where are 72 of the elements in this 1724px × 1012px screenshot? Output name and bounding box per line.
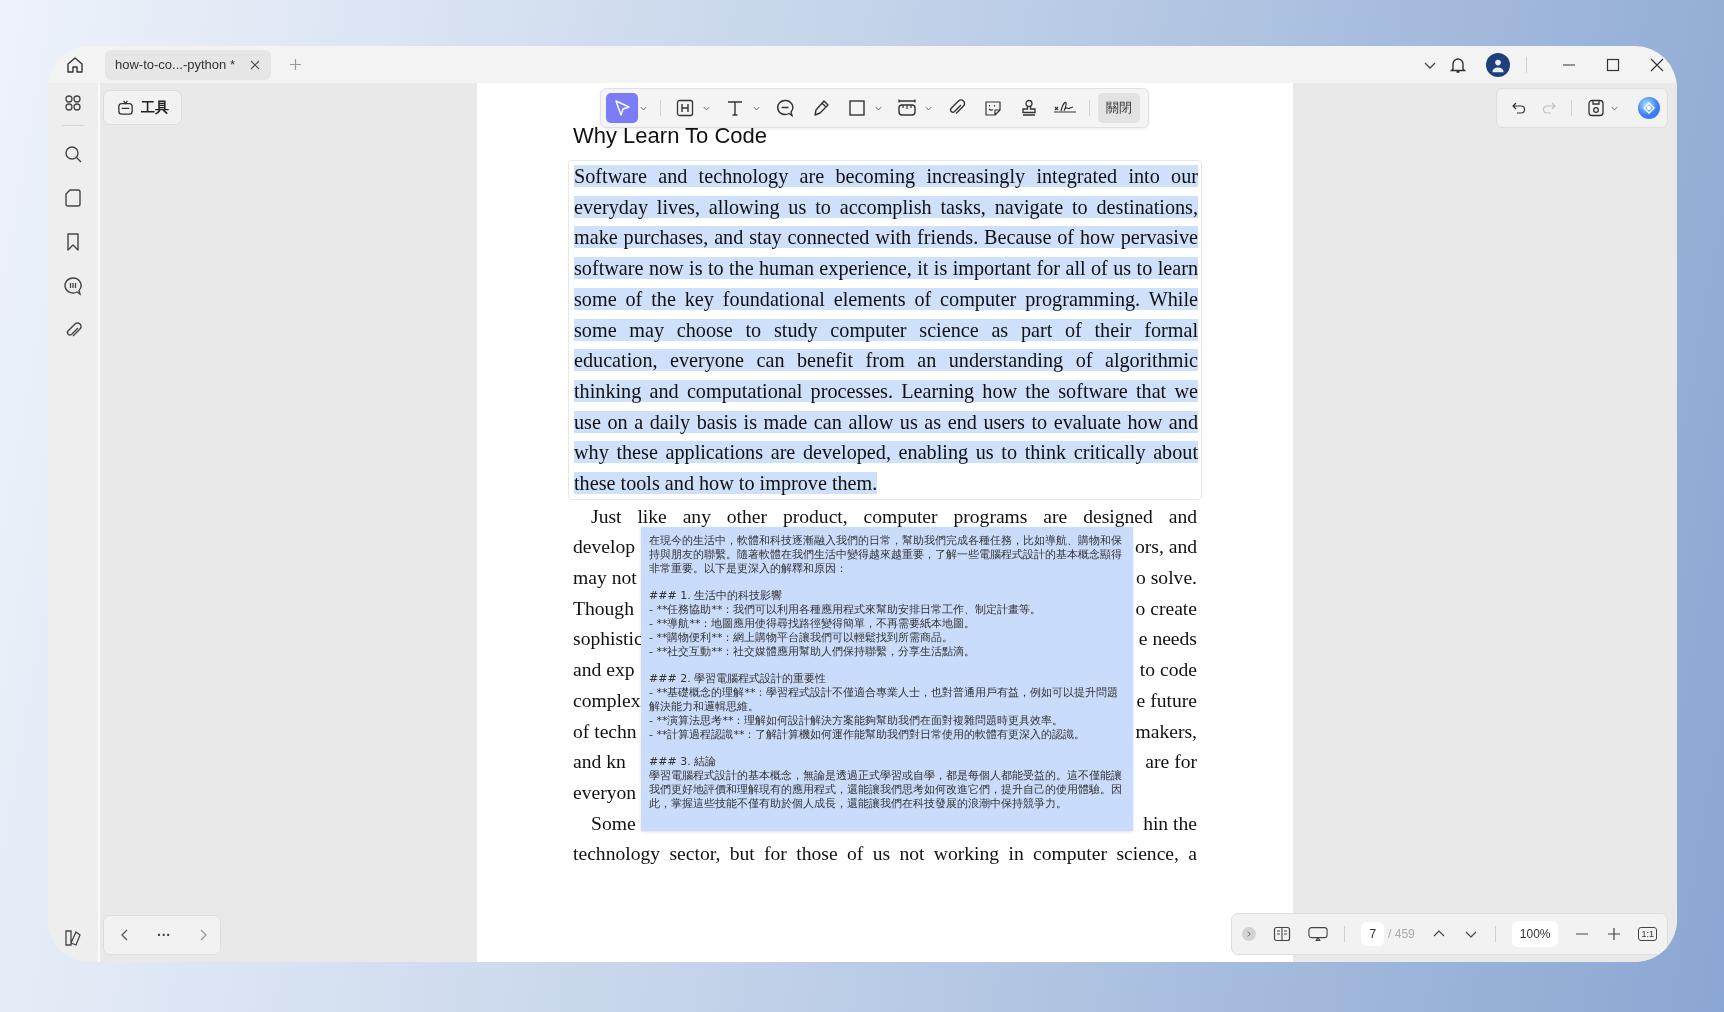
more-button[interactable]: ···	[157, 927, 171, 943]
home-icon[interactable]	[65, 54, 85, 75]
text-icon	[725, 98, 745, 118]
presentation-icon[interactable]	[1308, 924, 1329, 944]
popup-text: - **演算法思考**：理解如何設計解決方案能夠幫助我們在面對複雜問題時更具效率。	[649, 714, 1065, 728]
text-line: and kn	[573, 750, 626, 775]
text-line: Though	[573, 596, 634, 621]
popup-text: 在現今的生活中，軟體和科技逐漸融入我們的日常，幫助我們完成各種任務，比如導航、購物和保持與朋友的聯繫。隨著軟體在我們生活中變得越來越重要，了解一些電腦程式設計的基本概念顯得非常重要。以下是更深入的解釋和原因：	[649, 534, 1123, 576]
cursor-icon	[612, 98, 632, 118]
text-line: to code	[1139, 658, 1197, 683]
zoom-in-icon[interactable]	[1606, 926, 1623, 942]
popup-text: - **購物便利**：網上購物平台讓我們可以輕鬆找到所需商品。	[649, 631, 955, 645]
save-icon[interactable]	[1586, 98, 1606, 118]
text-line: hin the	[1143, 811, 1197, 836]
text-line: technology sector, but for those of us not working in computer science, a	[573, 842, 1197, 867]
avatar[interactable]	[1486, 52, 1510, 77]
zoom-field[interactable]: 100%	[1511, 921, 1559, 947]
close-icon[interactable]	[248, 58, 261, 71]
text-line: ors, and	[1134, 535, 1197, 560]
actual-size-button[interactable]: 1:1	[1638, 927, 1657, 941]
undo-icon[interactable]	[1511, 100, 1527, 116]
rectangle-icon	[847, 98, 867, 118]
text-line: everyon	[573, 780, 637, 805]
comment-icon[interactable]	[63, 276, 83, 296]
toolbox-icon	[116, 98, 135, 117]
text-line: complex	[573, 688, 641, 713]
popup-text: ### 3. 結論	[649, 755, 718, 769]
text-line: Just like any other product, computer programs are designed and	[591, 504, 1197, 529]
popup-text: - **基礎概念的理解**：學習程式設計不僅適合專業人士，也對普通用戶有益，例如可以提升問題解決能力和邏輯思維。	[649, 686, 1120, 714]
text-line: of techn	[573, 719, 637, 744]
text-line: o solve.	[1136, 566, 1197, 591]
page-total: / 459	[1388, 927, 1415, 941]
text-line: o create	[1135, 596, 1197, 621]
maximize-icon[interactable]	[1605, 56, 1621, 73]
text-line: Some	[591, 811, 636, 836]
popup-text: ### 1. 生活中的科技影響	[649, 589, 784, 603]
text-line: are for	[1145, 750, 1197, 775]
heading-icon	[675, 98, 695, 118]
text-line: develop	[573, 535, 636, 560]
document-tab[interactable]: how-to-co...-python *	[105, 49, 271, 80]
ruler-icon	[897, 98, 917, 118]
ai-assistant-icon[interactable]	[1637, 96, 1661, 120]
popup-text: ### 2. 學習電腦程式設計的重要性	[649, 672, 828, 686]
close-icon[interactable]	[1649, 56, 1665, 73]
chevron-right-icon	[1245, 930, 1254, 938]
emoji-note-icon	[983, 98, 1003, 118]
popup-text: - **任務協助**：我們可以利用各種應用程式來幫助安排日常工作、制定計畫等。	[649, 603, 1043, 617]
page-icon[interactable]	[63, 188, 83, 208]
select-tool[interactable]	[606, 93, 638, 123]
text-line: e needs	[1138, 627, 1197, 652]
text-line: sophistic	[573, 627, 643, 652]
close-toolbar-button[interactable]: 關閉	[1098, 93, 1140, 123]
paragraph-text: Software and technology are becoming increasingly integrated into our everyday lives, allowing us to accomplish tasks, navigate to destinations, make purchases, and stay connected with friends. Because of how pervasive software now is to the human experience, it is important for all of us to learn some of the key foundational elements of computer programming. While some may choose to study computer science as part of their formal education, everyone can benefit from an understanding of algorithmic thinking and computational processes. Learning how the software that we use on a daily basis is made can allow us as end users to evaluate how and why these applications are developed, enabling us to think critically about these tools and how to improve them.	[574, 164, 1198, 497]
panel-icon[interactable]	[63, 928, 83, 948]
text-line: may not	[573, 566, 637, 591]
add-tab-icon[interactable]	[288, 58, 302, 71]
popup-text: - **社交互動**：社交媒體應用幫助人們保持聯繫，分享生活點滴。	[649, 645, 977, 659]
text-line: makers,	[1135, 719, 1197, 744]
search-icon[interactable]	[63, 144, 83, 164]
two-page-icon[interactable]	[1272, 924, 1293, 944]
apps-grid-icon[interactable]	[63, 93, 83, 113]
pen-icon	[811, 98, 831, 118]
popup-text: - **計算過程認識**：了解計算機如何運作能幫助我們對日常使用的軟體有更深入的認識。	[649, 728, 1087, 742]
page-number-field[interactable]: 7	[1361, 922, 1385, 946]
stamp-icon	[1019, 98, 1039, 118]
text-line: e future	[1136, 688, 1197, 713]
comment-icon	[775, 98, 795, 118]
text-line: and exp	[573, 658, 635, 683]
tools-button[interactable]: 工具	[103, 90, 182, 125]
popup-text: 學習電腦程式設計的基本概念，無論是透過正式學習或自學，都是每個人都能受益的。這不僅能讓我們更好地評價和理解現有的應用程式，還能讓我們思考如何改進它們，提升自己的使用體驗。因此，掌握這些技能不僅有助於個人成長，還能讓我們在科技發展的浪潮中保持競爭力。	[649, 769, 1123, 811]
document-heading: Why Learn To Code	[573, 122, 769, 150]
popup-text: - **導航**：地圖應用使得尋找路徑變得簡單，不再需要紙本地圖。	[649, 617, 977, 631]
